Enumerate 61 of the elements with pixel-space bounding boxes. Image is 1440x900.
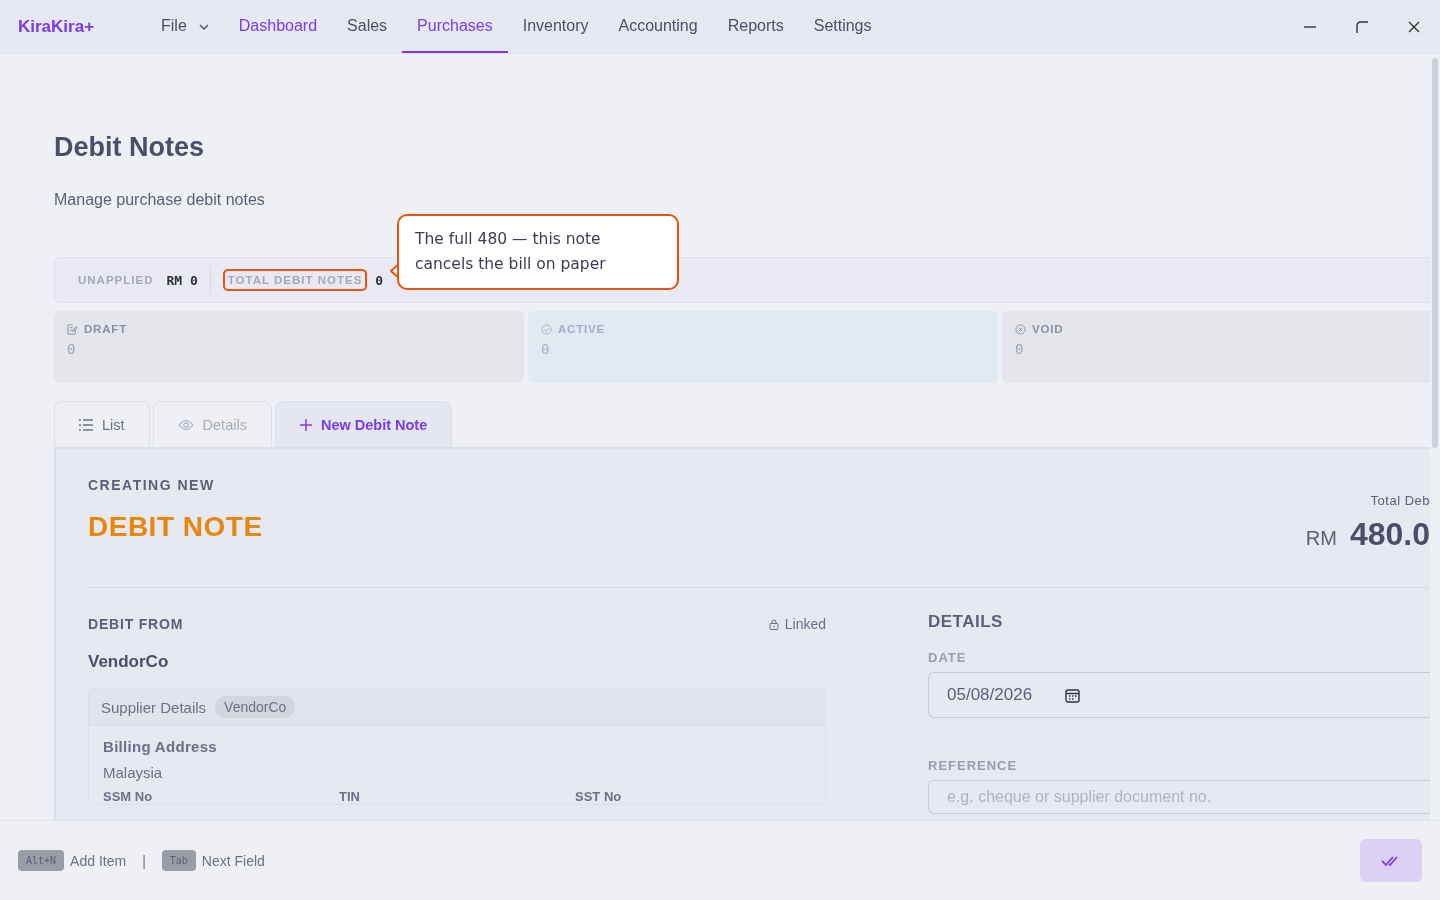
- total-amount: 480.0: [1349, 516, 1430, 553]
- minimize-icon[interactable]: [1304, 25, 1316, 28]
- field-label: REFERENCE: [928, 758, 1019, 773]
- stat-label: DRAFT: [84, 323, 127, 335]
- plus-icon[interactable]: [299, 418, 312, 431]
- nav-tab[interactable]: Sales: [332, 0, 403, 53]
- nav-tab[interactable]: Settings: [798, 0, 887, 53]
- nav-tab[interactable]: Inventory: [507, 0, 604, 53]
- form-title: DEBIT NOTE: [88, 511, 263, 543]
- nav-tab[interactable]: Purchases: [402, 0, 508, 53]
- currency-label: RM: [1305, 527, 1337, 550]
- nav-tab[interactable]: Dashboard: [223, 0, 333, 53]
- field-label: DATE: [928, 650, 968, 665]
- hint-label: Add Item: [70, 852, 127, 869]
- billing-label: Billing Address: [103, 738, 218, 755]
- edit-note-icon: [67, 323, 78, 335]
- tab[interactable]: List: [54, 401, 150, 447]
- check-circle-icon: [541, 323, 552, 335]
- page-title: Debit Notes: [54, 132, 206, 163]
- restore-icon[interactable]: [1356, 20, 1368, 33]
- section-heading: DETAILS: [928, 612, 1004, 632]
- summary-label: TOTAL DEBIT NOTES: [222, 269, 368, 291]
- key-badge: Alt+N: [18, 850, 65, 871]
- billing-value: Malaysia: [103, 764, 164, 781]
- cancel-circle-icon: [1015, 323, 1026, 335]
- caret-icon[interactable]: [198, 23, 209, 30]
- app-logo: KiraKira+: [18, 16, 96, 37]
- menu-dropdown[interactable]: File: [146, 0, 224, 53]
- stat-value: 0: [67, 341, 77, 357]
- nav-tab[interactable]: Accounting: [603, 0, 713, 53]
- field-label: TIN: [339, 789, 361, 804]
- scrollbar-thumb[interactable]: [1432, 58, 1438, 448]
- double-check-icon[interactable]: [1381, 854, 1401, 867]
- summary-value: 0: [375, 272, 384, 288]
- calendar-icon[interactable]: [1065, 687, 1081, 703]
- stat-value: 0: [541, 341, 551, 357]
- date-field[interactable]: 05/08/2026: [928, 672, 1430, 718]
- close-icon[interactable]: [1408, 20, 1420, 33]
- field-label: SST No: [575, 789, 623, 804]
- stat-label: VOID: [1032, 323, 1064, 335]
- list-icon[interactable]: [79, 418, 93, 431]
- summary-value: RM 0: [166, 272, 198, 288]
- separator-text: |: [142, 852, 146, 869]
- card-title: Supplier Details: [101, 698, 207, 716]
- tooltip-text: The full 480 — this note cancels the bill on paper: [415, 229, 607, 275]
- key-badge: Tab: [161, 850, 196, 871]
- hint-label: Next Field: [201, 852, 265, 869]
- linked-label: Linked: [784, 616, 826, 632]
- stat-value: 0: [1015, 341, 1025, 357]
- section-heading: DEBIT FROM: [88, 616, 184, 632]
- supplier-name: VendorCo: [88, 652, 170, 672]
- page-subtitle: Manage purchase debit notes: [54, 191, 266, 209]
- form-eyebrow: CREATING NEW: [88, 477, 216, 493]
- lock-icon: [768, 618, 779, 630]
- nav-tab[interactable]: Reports: [712, 0, 799, 53]
- stat-label: ACTIVE: [558, 323, 605, 335]
- field-label: SSM No: [103, 789, 154, 804]
- supplier-tag: VendorCo: [215, 696, 296, 718]
- summary-label: UNAPPLIED: [77, 273, 155, 288]
- tab[interactable]: New Debit Note: [274, 401, 453, 447]
- total-label: Total Deb: [1370, 493, 1430, 508]
